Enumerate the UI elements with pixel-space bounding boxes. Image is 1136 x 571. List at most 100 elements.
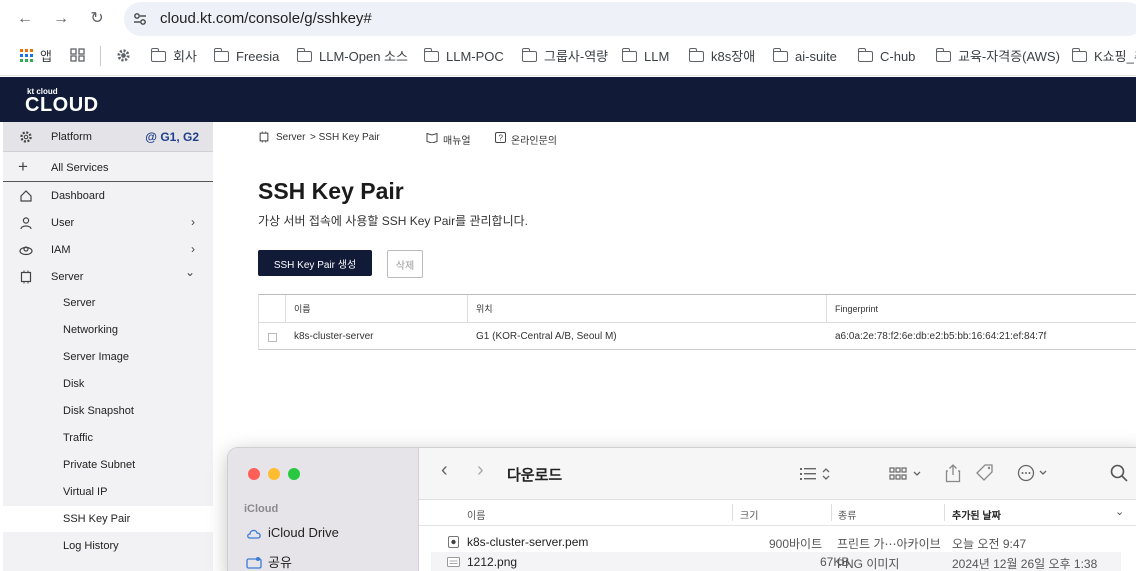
create-ssh-key-pair-button[interactable]: SSH Key Pair 생성 (258, 250, 372, 276)
group-view-icon[interactable] (889, 466, 925, 482)
search-icon[interactable] (1110, 464, 1128, 482)
list-view-icon[interactable] (800, 466, 832, 482)
back-icon[interactable]: ← (14, 8, 36, 30)
ssh-key-table: 이름 위치 Fingerprint k8s-cluster-server G1 … (258, 294, 1136, 350)
row-checkbox[interactable] (268, 333, 277, 342)
breadcrumb-root[interactable]: Server (276, 132, 305, 143)
manual-book-icon (426, 132, 438, 143)
plus-icon: + (18, 157, 28, 176)
cell-fingerprint: a6:0a:2e:78:f2:6e:db:e2:b5:bb:16:64:21:e… (835, 331, 1047, 342)
file-row[interactable]: k8s-cluster-server.pem 900바이트 프린트 가⋯아카이브… (431, 532, 1121, 552)
table-header-row (259, 295, 1136, 323)
sidebar-subitem-virtual-ip[interactable]: Virtual IP (3, 479, 213, 505)
sidebar-item-iam[interactable]: IAM › (3, 237, 213, 263)
sidebar-subitem-log-history[interactable]: Log History (3, 533, 213, 559)
finder-folder-title: 다운로드 (507, 467, 563, 484)
site-settings-icon[interactable] (132, 11, 148, 27)
pem-file-icon (448, 536, 459, 548)
breadcrumb-current: > SSH Key Pair (310, 132, 380, 143)
column-header-date-added[interactable]: 추가된 날짜 (952, 507, 1001, 522)
minimize-window-button[interactable] (268, 468, 280, 480)
share-icon[interactable] (945, 463, 961, 483)
tab-groups-icon[interactable] (70, 48, 86, 66)
reload-icon[interactable]: ↻ (86, 8, 108, 30)
sidebar-subitem-traffic[interactable]: Traffic (3, 425, 213, 451)
zoom-window-button[interactable] (288, 468, 300, 480)
bookmark-apps[interactable]: 앱 (20, 48, 52, 66)
bookmark-folder[interactable]: ai-suite (772, 48, 837, 66)
cloud-icon (247, 529, 261, 539)
sort-chevron-down-icon[interactable]: ⌄ (1115, 505, 1124, 518)
bookmark-folder[interactable]: 회사 (150, 48, 197, 66)
back-chevron-icon[interactable]: ‹ (441, 459, 448, 482)
file-kind: PNG 이미지 (837, 557, 900, 571)
sidebar-subitem-disk[interactable]: Disk (3, 371, 213, 397)
inquiry-link[interactable]: 온라인문의 (511, 132, 557, 147)
sidebar-item-dashboard[interactable]: Dashboard (3, 183, 213, 209)
column-divider (831, 504, 832, 521)
sidebar-subitem-networking[interactable]: Networking (3, 317, 213, 343)
tag-icon[interactable] (975, 463, 995, 483)
bookmark-folder[interactable]: C-hub (857, 48, 915, 66)
delete-button[interactable]: 삭제 (387, 250, 423, 278)
platform-selector[interactable]: Platform @ G1, G2 (3, 122, 213, 152)
bookmark-folder[interactable]: 교육-자격증(AWS) (935, 48, 1060, 66)
bookmark-folder[interactable]: LLM-Open 소스 (296, 48, 408, 66)
column-header-size[interactable]: 크기 (740, 507, 758, 522)
bookmark-folder[interactable]: LLM-POC (423, 48, 504, 66)
folder-icon (621, 48, 637, 62)
platform-tag: @ G1, G2 (145, 130, 199, 144)
column-header-file-name[interactable]: 이름 (467, 507, 485, 522)
column-divider (467, 295, 468, 323)
settings-gear-icon[interactable] (116, 48, 131, 66)
column-divider (944, 504, 945, 521)
manual-link[interactable]: 매뉴얼 (443, 132, 471, 147)
file-size: 900바이트 (769, 537, 823, 551)
column-header-name[interactable]: 이름 (294, 295, 311, 323)
column-header-location[interactable]: 위치 (476, 295, 493, 323)
column-divider (285, 295, 286, 323)
file-kind: 프린트 가⋯아카이브 (837, 537, 941, 551)
sidebar-item-user[interactable]: User › (3, 210, 213, 236)
cell-key-name[interactable]: k8s-cluster-server (294, 324, 373, 350)
sidebar-subitem-server-image[interactable]: Server Image (3, 344, 213, 370)
sidebar-subitem-disk-snapshot[interactable]: Disk Snapshot (3, 398, 213, 424)
all-services-button[interactable]: + All Services (3, 155, 213, 181)
sidebar-subitem-ssh-key-pair[interactable]: SSH Key Pair (3, 506, 213, 532)
folder-icon (213, 48, 229, 62)
sidebar-item-icloud-drive[interactable]: iCloud Drive (246, 525, 339, 540)
column-divider (732, 504, 733, 521)
forward-icon[interactable]: → (50, 8, 72, 30)
forward-chevron-icon[interactable]: › (477, 459, 484, 482)
folder-icon (423, 48, 439, 62)
bookmarks-bar: 앱 회사 Freesia LLM-Open 소스 LLM-POC 그룹사-역량 … (0, 38, 1136, 76)
sidebar-subitem-private-subnet[interactable]: Private Subnet (3, 452, 213, 478)
finder-sidebar: iCloud iCloud Drive 공유 (228, 448, 419, 571)
file-row[interactable]: 1212.png 67KB PNG 이미지 2024년 12월 26일 오후 1… (431, 552, 1121, 571)
bookmark-folder[interactable]: Freesia (213, 48, 279, 66)
folder-icon (772, 48, 788, 62)
column-divider (826, 295, 827, 323)
bookmark-folder[interactable]: k8s장애 (688, 48, 755, 66)
svg-text:?: ? (499, 134, 504, 143)
folder-icon (296, 48, 312, 62)
bookmark-folder[interactable]: K쇼핑_추 (1071, 48, 1136, 66)
sidebar-item-server[interactable]: Server ⌄ (3, 264, 213, 290)
finder-window: iCloud iCloud Drive 공유 ‹ › 다운로드 이름 크기 종류… (228, 448, 1136, 571)
sidebar-subitem-server[interactable]: Server (3, 290, 213, 316)
browser-toolbar: ← → ↻ cloud.kt.com/console/g/sshkey# (0, 0, 1136, 38)
chevron-down-icon: ⌄ (184, 265, 195, 279)
address-bar[interactable]: cloud.kt.com/console/g/sshkey# (124, 2, 1136, 36)
more-actions-icon[interactable] (1017, 464, 1053, 482)
column-header-fingerprint[interactable]: Fingerprint (835, 295, 878, 323)
bookmark-folder[interactable]: 그룹사-역량 (521, 48, 608, 66)
page-title: SSH Key Pair (258, 178, 404, 204)
column-header-kind[interactable]: 종류 (838, 507, 856, 522)
sidebar-item-shared[interactable]: 공유 (246, 552, 292, 571)
folder-icon (935, 48, 951, 62)
close-window-button[interactable] (248, 468, 260, 480)
folder-icon (521, 48, 537, 62)
folder-icon (857, 48, 873, 62)
bookmark-folder[interactable]: LLM (621, 48, 669, 66)
file-name: 1212.png (467, 555, 518, 569)
